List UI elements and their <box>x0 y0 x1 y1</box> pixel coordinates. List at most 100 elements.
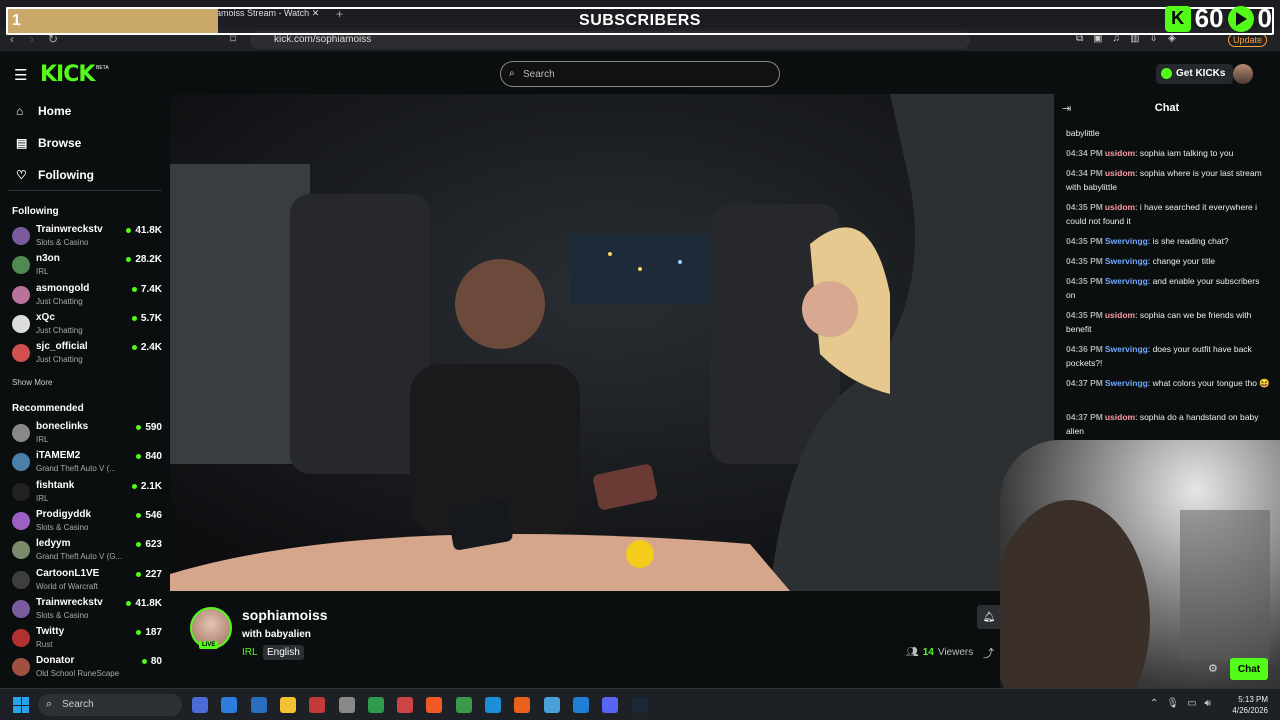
app-icon-3[interactable] <box>250 697 267 713</box>
sidebar-item-browse[interactable]: ▤ Browse <box>16 136 81 150</box>
sidebar-channel-item[interactable]: Prodigyddk Slots & Casino 546 <box>12 509 162 537</box>
news-icon[interactable] <box>309 697 326 713</box>
microphone-icon[interactable]: 🎙︎ <box>1166 698 1179 709</box>
channel-category: Just Chatting <box>36 355 83 365</box>
message-username[interactable]: Swervingg <box>1105 378 1148 388</box>
taskbar-search-input[interactable]: ⌕ Search <box>38 694 182 716</box>
sidebar-channel-item[interactable]: CartoonL1VE World of Warcraft 227 <box>12 568 162 596</box>
clock-icon[interactable] <box>338 697 355 713</box>
share-icon[interactable]: ⤴ <box>983 645 994 661</box>
sidebar-channel-item[interactable]: xQc Just Chatting 5.7K <box>12 312 162 340</box>
chat-message: 04:37 PM usidom: sophia do a handstand on… <box>1066 412 1259 436</box>
channel-avatar <box>12 629 30 648</box>
notification-bell-button[interactable]: 🔔︎ <box>977 605 1001 629</box>
message-time: 04:34 PM <box>1066 148 1103 158</box>
chat-message: babylittle <box>1066 126 1270 140</box>
sidebar-channel-item[interactable]: boneclinks IRL 590 <box>12 421 162 449</box>
sidebar-item-label: Following <box>38 168 94 182</box>
video-player[interactable] <box>170 94 1054 591</box>
file-explorer-icon[interactable] <box>279 697 296 713</box>
network-icon[interactable]: ▭ <box>1187 698 1196 709</box>
live-dot-icon <box>136 542 142 548</box>
channel-category: Slots & Casino <box>36 610 89 620</box>
sidebar-channel-item[interactable]: sjc_official Just Chatting 2.4K <box>12 341 162 369</box>
channel-name[interactable]: sophiamoiss <box>242 607 328 623</box>
message-text: sophia iam talking to you <box>1139 148 1234 158</box>
message-time: 04:35 PM <box>1066 276 1103 286</box>
stream-info-bar: LIVE sophiamoiss with babyalien IRL Engl… <box>170 591 1054 688</box>
sidebar-channel-item[interactable]: Donator Old School RuneScape 80 <box>12 655 162 683</box>
channel-name: sjc_official <box>36 341 88 353</box>
firefox-icon[interactable] <box>514 697 531 713</box>
channel-category: IRL <box>36 493 49 503</box>
show-more-link[interactable]: Show More <box>12 378 52 387</box>
edge-icon[interactable] <box>485 697 501 713</box>
chat-settings-icon[interactable]: ⚙ <box>1208 662 1218 675</box>
sidebar-channel-item[interactable]: n3on IRL 28.2K <box>12 253 162 281</box>
app-icon-13[interactable] <box>543 697 560 713</box>
channel-viewers: 41.8K <box>126 225 162 236</box>
chat-message: 04:35 PM Swervingg: is she reading chat? <box>1066 236 1229 246</box>
send-chat-button[interactable]: Chat <box>1230 658 1268 680</box>
sidebar-item-following[interactable]: ♡ Following <box>16 168 94 182</box>
message-username[interactable]: Swervingg <box>1105 344 1148 354</box>
sidebar-item-home[interactable]: ⌂ Home <box>16 104 71 118</box>
category-link[interactable]: IRL <box>242 647 258 658</box>
message-username[interactable]: Swervingg <box>1105 236 1148 246</box>
sidebar-channel-item[interactable]: Twitty Rust 187 <box>12 626 162 654</box>
user-avatar[interactable] <box>1233 64 1253 84</box>
message-username[interactable]: usidom <box>1105 168 1135 178</box>
message-username[interactable]: usidom <box>1105 412 1135 422</box>
chat-message: 04:37 PM Swervingg: what colors your tong… <box>1066 378 1270 388</box>
sidebar-channel-item[interactable]: Trainwreckstv Slots & Casino 41.8K <box>12 224 162 252</box>
viewer-count: 2.1K <box>140 480 162 492</box>
sidebar-channel-item[interactable]: asmongold Just Chatting 7.4K <box>12 283 162 311</box>
message-username[interactable]: usidom <box>1105 148 1135 158</box>
brave-icon[interactable] <box>426 697 443 713</box>
sidebar-channel-item[interactable]: iTAMEM2 Grand Theft Auto V (... 840 <box>12 450 162 478</box>
app-icon-2[interactable] <box>221 697 238 713</box>
channel-viewers: 546 <box>136 510 162 521</box>
kick-logo[interactable]: KICK <box>40 62 95 87</box>
channel-name: boneclinks <box>36 421 89 432</box>
chrome-alt-icon[interactable] <box>367 697 384 713</box>
viewers-label: Viewers <box>937 647 974 658</box>
viewer-count: 28.2K <box>135 254 162 266</box>
kick-logo-icon: K <box>1164 5 1191 32</box>
browse-icon: ▤ <box>16 136 28 150</box>
sidebar-channel-item[interactable]: fishtank IRL 2.1K <box>12 480 162 508</box>
message-text: is she reading chat? <box>1152 236 1229 246</box>
volume-icon[interactable]: 🔊︎ <box>1205 698 1211 709</box>
windows-start-icon[interactable] <box>13 697 29 713</box>
message-username[interactable]: usidom <box>1105 310 1135 320</box>
app-icon-1[interactable] <box>192 697 208 713</box>
viewer-count: 546 <box>145 509 162 521</box>
language-tag[interactable]: English <box>263 645 304 660</box>
get-kicks-button[interactable]: Get KICKs <box>1156 64 1234 84</box>
message-username[interactable]: Swervingg <box>1105 276 1148 286</box>
viewer-count: 227 <box>145 568 162 580</box>
channel-avatar <box>12 227 30 245</box>
app-icon-8[interactable] <box>397 697 414 713</box>
chat-title: Chat <box>1154 102 1180 114</box>
steam-icon[interactable] <box>631 697 648 713</box>
channel-name: ledyym <box>36 538 71 550</box>
message-username[interactable]: Swervingg <box>1105 256 1148 266</box>
goal-target: 60 <box>1194 3 1224 33</box>
sidebar-channel-item[interactable]: ledyym Grand Theft Auto V (G... 623 <box>12 538 162 566</box>
clock-time: 5:13 PM <box>1238 695 1268 704</box>
message-time: 04:35 PM <box>1066 256 1103 266</box>
menu-icon[interactable]: ☰ <box>14 66 27 84</box>
discord-icon[interactable] <box>602 697 619 713</box>
channel-viewers: 187 <box>136 627 162 638</box>
message-time: 04:37 PM <box>1066 412 1103 422</box>
tray-overflow-icon[interactable]: ⌃ <box>1150 698 1158 709</box>
chrome-icon[interactable] <box>455 697 472 713</box>
message-username[interactable]: usidom <box>1105 202 1135 212</box>
vscode-icon[interactable] <box>572 697 589 713</box>
message-time: 04:35 PM <box>1066 310 1103 320</box>
taskbar-clock[interactable]: 5:13 PM 4/26/2026 <box>1222 694 1268 716</box>
sidebar-channel-item[interactable]: Trainwreckstv Slots & Casino 41.8K <box>12 597 162 625</box>
viewer-count: 840 <box>145 451 162 463</box>
search-input[interactable]: ⌕ Search <box>500 61 780 87</box>
